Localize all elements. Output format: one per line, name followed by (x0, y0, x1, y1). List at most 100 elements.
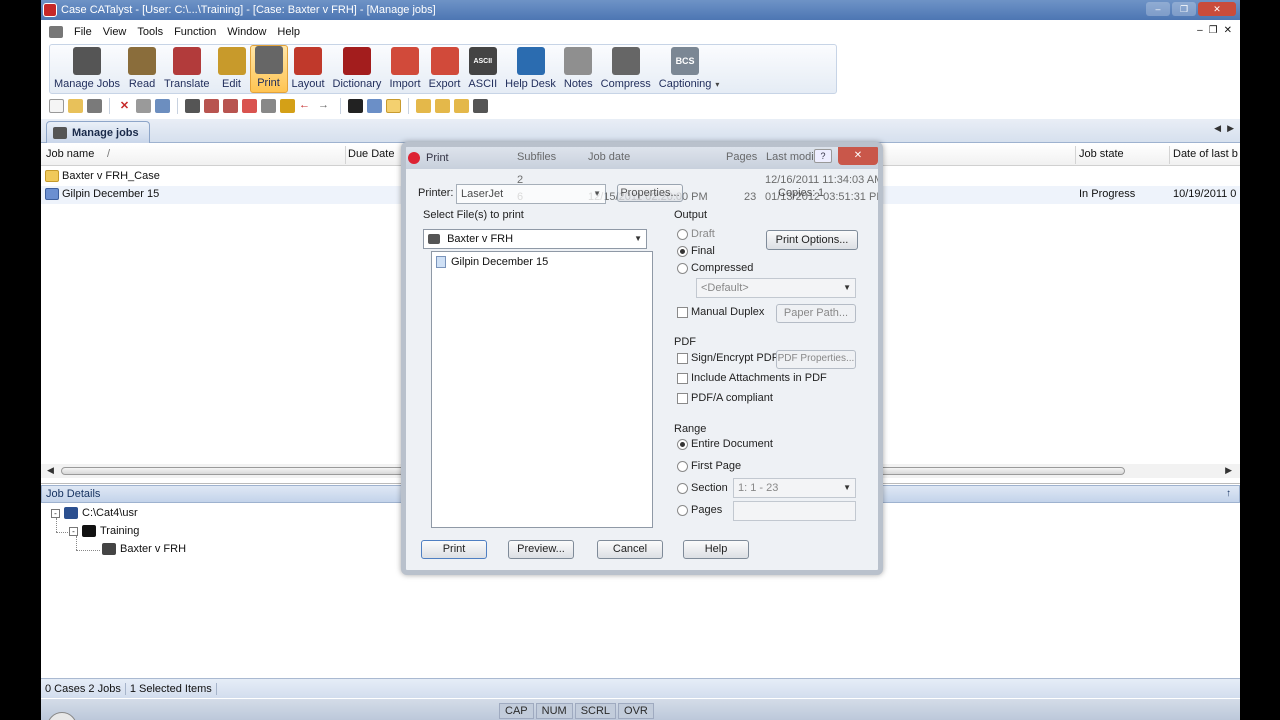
ribbon-import-button[interactable]: Import (385, 45, 424, 93)
ribbon-notes-button[interactable]: Notes (560, 45, 597, 93)
manual-duplex-checkbox[interactable] (677, 307, 688, 318)
menu-view[interactable]: View (103, 26, 127, 38)
close-icon[interactable]: ✕ (1198, 2, 1236, 16)
document-icon[interactable] (49, 26, 63, 38)
search-icon[interactable] (155, 99, 170, 113)
back-arrow-icon[interactable]: ← (299, 99, 314, 113)
collapse-icon[interactable]: - (51, 508, 60, 518)
default-select[interactable]: <Default> ▼ (696, 278, 856, 298)
final-radio[interactable] (677, 246, 688, 257)
dialog-close-icon[interactable]: ✕ (838, 147, 878, 165)
properties-button[interactable]: Properties... (617, 184, 683, 202)
menu-help[interactable]: Help (277, 26, 300, 38)
printer-select[interactable]: LaserJet ▼ (456, 184, 606, 204)
open-icon[interactable] (68, 99, 83, 113)
tree-node-training[interactable]: - Training (69, 525, 139, 537)
ribbon-help-desk-globe-button[interactable]: Help Desk (501, 45, 560, 93)
new-icon[interactable] (49, 99, 64, 113)
column-job-name[interactable]: Job name (46, 148, 94, 160)
mdi-close-icon[interactable]: ✕ (1224, 25, 1232, 36)
compressed-radio[interactable] (677, 263, 688, 274)
ribbon-edit-button[interactable]: Edit (214, 45, 250, 93)
folder-open-icon[interactable] (435, 99, 450, 113)
grid-view-icon[interactable] (386, 99, 401, 113)
printer-label: Printer: (418, 187, 454, 199)
ribbon-dictionary-button[interactable]: Dictionary (329, 45, 386, 93)
file-list[interactable]: Gilpin December 15 (431, 251, 653, 528)
sort-icon[interactable] (367, 99, 382, 113)
ribbon-compress-button[interactable]: Compress (597, 45, 655, 93)
app-icon[interactable] (43, 3, 57, 17)
scrl-indicator: SCRL (574, 703, 617, 719)
pdfa-checkbox[interactable] (677, 393, 688, 404)
tree-node-label: Training (100, 525, 140, 537)
section-select[interactable]: 1: 1 - 23 ▼ (733, 478, 856, 498)
copy-icon[interactable] (204, 99, 219, 113)
help-question-icon[interactable]: ? (814, 149, 832, 163)
preview-button[interactable]: Preview... (508, 540, 574, 559)
properties-icon[interactable] (136, 99, 151, 113)
entire-document-radio[interactable] (677, 439, 688, 450)
ribbon-captioning-button[interactable]: BCS Captioning (655, 45, 716, 93)
list-item[interactable]: Gilpin December 15 (436, 256, 548, 268)
scroll-right-icon[interactable]: ▶ (1225, 465, 1232, 476)
restore-icon[interactable]: ❐ (1172, 2, 1196, 16)
pdf-properties-button[interactable]: PDF Properties... (776, 350, 856, 369)
ribbon-layout-button[interactable]: Layout (288, 45, 329, 93)
case-select[interactable]: Baxter v FRH ▼ (423, 229, 647, 249)
delete-icon[interactable]: ✕ (117, 99, 132, 113)
ribbon-more-icon[interactable]: ▾ (715, 45, 723, 93)
include-attachments-checkbox[interactable] (677, 373, 688, 384)
section-radio[interactable] (677, 483, 688, 494)
tree-node-label: Baxter v FRH (120, 543, 187, 555)
draft-radio[interactable] (677, 229, 688, 240)
paper-path-button[interactable]: Paper Path... (776, 304, 856, 323)
scroll-left-icon[interactable]: ◀ (47, 465, 54, 476)
ribbon-export-button[interactable]: Export (425, 45, 465, 93)
tab-right-icon[interactable]: ▶ (1227, 123, 1234, 134)
ribbon-printer-button[interactable]: Print (249, 45, 288, 93)
menu-file[interactable]: File (74, 26, 92, 38)
ribbon-read-button[interactable]: Read (124, 45, 160, 93)
ribbon-manage-jobs-button[interactable]: Manage Jobs (50, 45, 124, 93)
forward-arrow-icon[interactable]: → (318, 99, 333, 113)
tree-node-case[interactable]: Baxter v FRH (102, 543, 186, 555)
flag-icon[interactable] (348, 99, 363, 113)
menu-window[interactable]: Window (227, 26, 266, 38)
minimize-icon[interactable]: – (1146, 2, 1170, 16)
pages-input[interactable] (733, 501, 856, 521)
column-due-date[interactable]: Due Date (348, 148, 394, 160)
case-icon[interactable] (185, 99, 200, 113)
tab-manage-jobs[interactable]: Manage jobs (46, 121, 150, 143)
move-icon[interactable] (223, 99, 238, 113)
layout-icon (294, 47, 323, 75)
print-options-button[interactable]: Print Options... (766, 230, 858, 250)
sign-encrypt-checkbox[interactable] (677, 353, 688, 364)
archive-icon[interactable] (473, 99, 488, 113)
arrow-icon[interactable] (261, 99, 276, 113)
ghost-subfiles-header: Subfiles (517, 151, 557, 163)
column-job-state[interactable]: Job state (1079, 148, 1124, 160)
help-button[interactable]: Help (683, 540, 749, 559)
collapse-icon[interactable]: - (69, 526, 78, 536)
tree-node-root[interactable]: - C:\Cat4\usr (51, 507, 138, 519)
folder-icon[interactable] (416, 99, 431, 113)
cancel-button[interactable]: Cancel (597, 540, 663, 559)
mdi-minimize-icon[interactable]: – (1197, 25, 1203, 36)
menu-tools[interactable]: Tools (137, 26, 163, 38)
edit-small-icon[interactable] (242, 99, 257, 113)
first-page-radio[interactable] (677, 461, 688, 472)
folder-new-icon[interactable] (454, 99, 469, 113)
mdi-restore-icon[interactable]: ❐ (1209, 25, 1218, 36)
copies-value[interactable]: 1 (818, 187, 824, 199)
menu-function[interactable]: Function (174, 26, 216, 38)
ribbon-ascii-button[interactable]: ASCII ASCII (464, 45, 501, 93)
pages-radio[interactable] (677, 505, 688, 516)
print-small-icon[interactable] (87, 99, 102, 113)
ribbon-translate-button[interactable]: Translate (160, 45, 213, 93)
print-button[interactable]: Print (421, 540, 487, 559)
tab-left-icon[interactable]: ◀ (1214, 123, 1221, 134)
column-date-last[interactable]: Date of last b (1173, 148, 1238, 160)
pin-icon[interactable]: ↑ (1226, 488, 1231, 499)
folder-up-icon[interactable] (280, 99, 295, 113)
